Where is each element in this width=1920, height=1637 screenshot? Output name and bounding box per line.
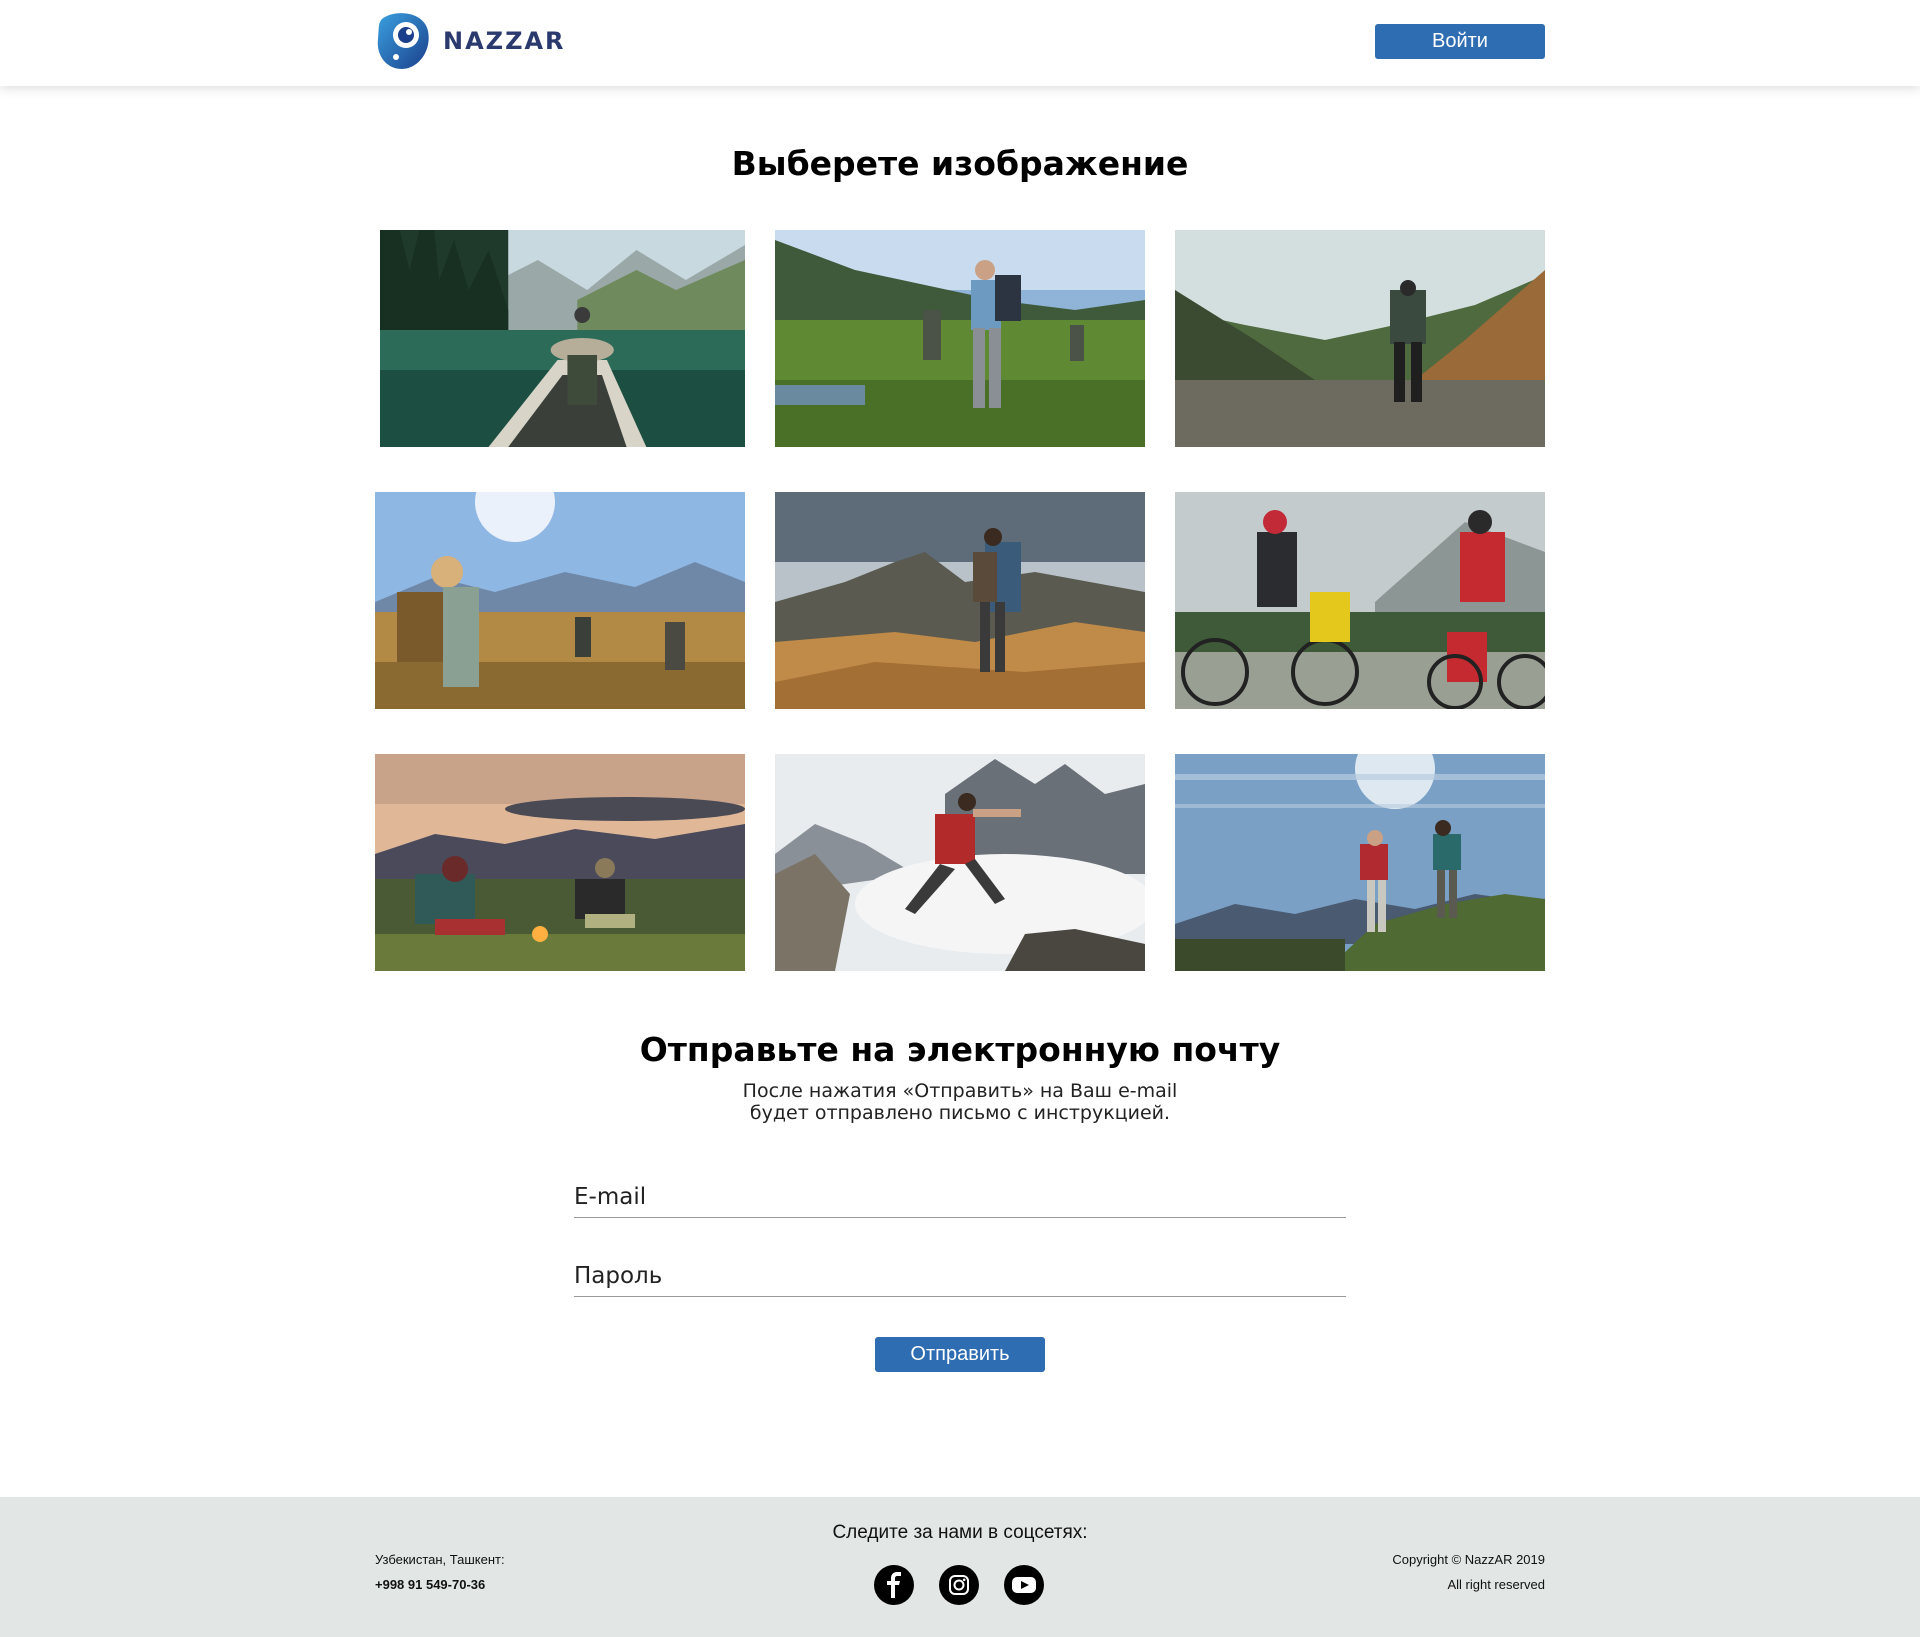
- hiker-ridge-image: [775, 492, 1145, 709]
- gallery-image-hiker-ridge[interactable]: [775, 492, 1145, 709]
- rights-text: All right reserved: [1447, 1577, 1545, 1592]
- cyclists-image: [1175, 492, 1545, 709]
- footer-copyright: Copyright © NazzAR 2019 All right reserv…: [1392, 1547, 1545, 1597]
- gallery-image-canoe[interactable]: [380, 230, 745, 447]
- subtitle-line-2: будет отправлено письмо с инструкцией.: [749, 1102, 1171, 1124]
- site-header: NAZZAR Войти: [0, 0, 1920, 86]
- gallery-title: Выберете изображение: [731, 144, 1189, 183]
- logo-text: NAZZAR: [443, 27, 566, 55]
- gallery-image-jumping[interactable]: [775, 754, 1145, 971]
- site-footer: Узбекистан, Ташкент: +998 91 549-70-36 С…: [0, 1497, 1920, 1637]
- hikers-meadow-image: [775, 230, 1145, 447]
- email-section-subtitle: После нажатия «Отправить» на Ваш e-mail …: [0, 1080, 1920, 1124]
- gallery-image-hikers-sunlit[interactable]: [375, 492, 745, 709]
- copyright-text: Copyright © NazzAR 2019: [1392, 1552, 1545, 1567]
- hiker-valley-image: [1175, 230, 1545, 447]
- logo-icon: [377, 13, 429, 69]
- email-section-title: Отправьте на электронную почту: [639, 1030, 1281, 1069]
- gallery-image-cyclists[interactable]: [1175, 492, 1545, 709]
- footer-phone[interactable]: +998 91 549-70-36: [375, 1572, 505, 1597]
- email-field[interactable]: [574, 1176, 1346, 1218]
- social-links: [874, 1565, 1044, 1605]
- instagram-icon[interactable]: [939, 1565, 979, 1605]
- gallery-image-campfire[interactable]: [375, 754, 745, 971]
- campfire-image: [375, 754, 745, 971]
- password-field[interactable]: [574, 1255, 1346, 1297]
- send-button[interactable]: Отправить: [875, 1337, 1045, 1372]
- hikers-sunlit-image: [375, 492, 745, 709]
- footer-contacts: Узбекистан, Ташкент: +998 91 549-70-36: [375, 1547, 505, 1597]
- gallery-image-hikers-sky[interactable]: [1175, 754, 1545, 971]
- hikers-sky-image: [1175, 754, 1545, 971]
- hiker-jumping-image: [775, 754, 1145, 971]
- gallery-image-hiker-valley[interactable]: [1175, 230, 1545, 447]
- footer-location: Узбекистан, Ташкент:: [375, 1552, 505, 1567]
- youtube-icon[interactable]: [1004, 1565, 1044, 1605]
- footer-follow-text: Следите за нами в соцсетях:: [832, 1522, 1088, 1543]
- subtitle-line-1: После нажатия «Отправить» на Ваш e-mail: [742, 1080, 1178, 1102]
- canoe-lake-image: [380, 230, 745, 447]
- logo[interactable]: NAZZAR: [374, 11, 566, 71]
- login-button[interactable]: Войти: [1375, 24, 1545, 59]
- gallery-image-hikers-meadow[interactable]: [775, 230, 1145, 447]
- facebook-icon[interactable]: [874, 1565, 914, 1605]
